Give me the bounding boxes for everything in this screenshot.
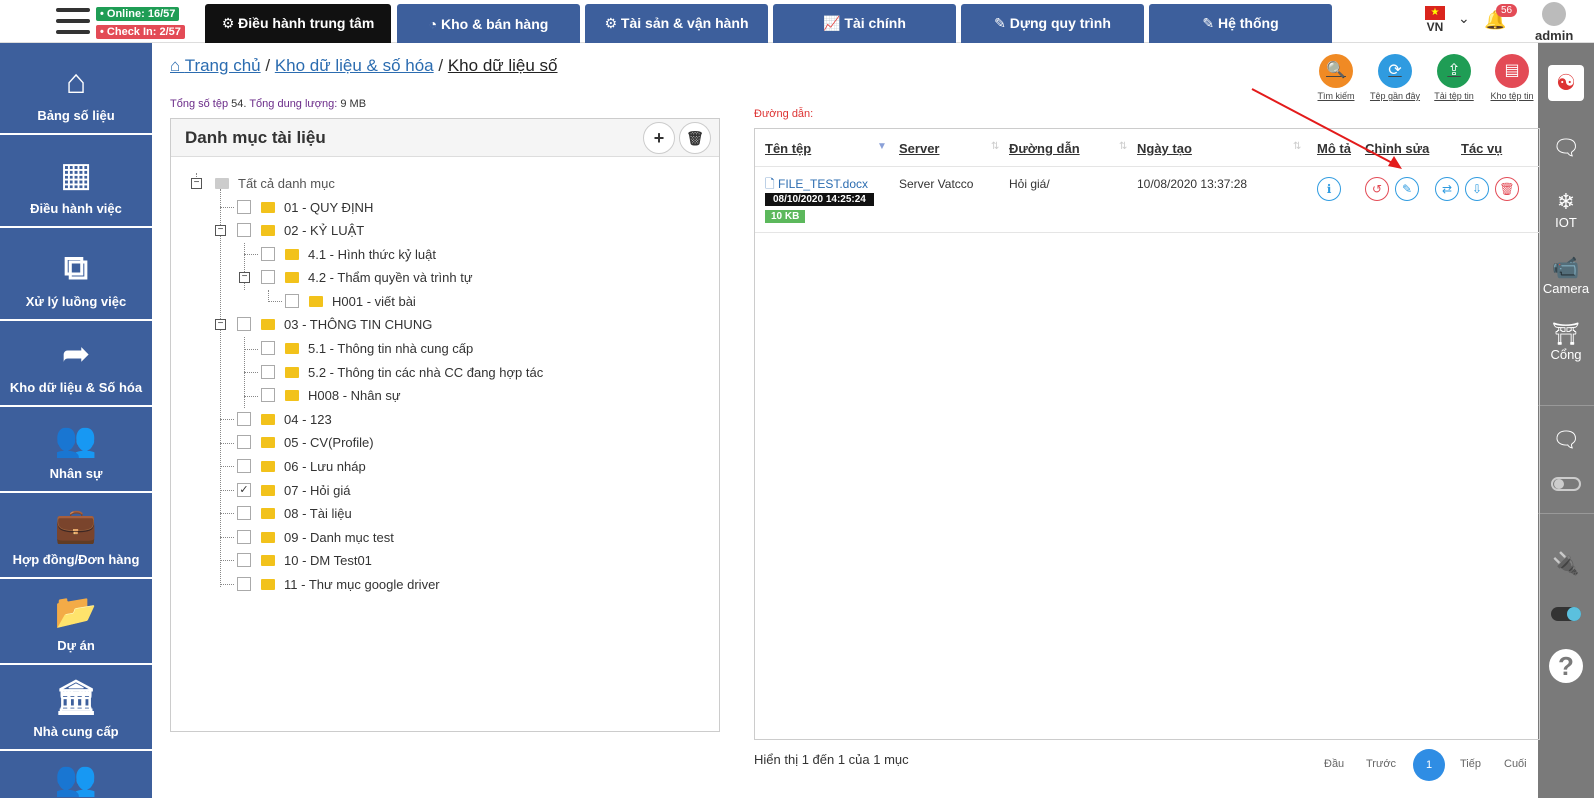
- annotation-arrow: [1251, 88, 1402, 169]
- pagination-summary: Hiển thị 1 đến 1 của 1 mục: [754, 752, 909, 767]
- pagination-prev[interactable]: Trước: [1366, 758, 1396, 770]
- pagination-next[interactable]: Tiếp: [1460, 758, 1481, 770]
- pagination-current[interactable]: 1: [1413, 749, 1445, 781]
- pagination-last[interactable]: Cuối: [1504, 758, 1527, 770]
- pagination-first[interactable]: Đầu: [1324, 758, 1344, 770]
